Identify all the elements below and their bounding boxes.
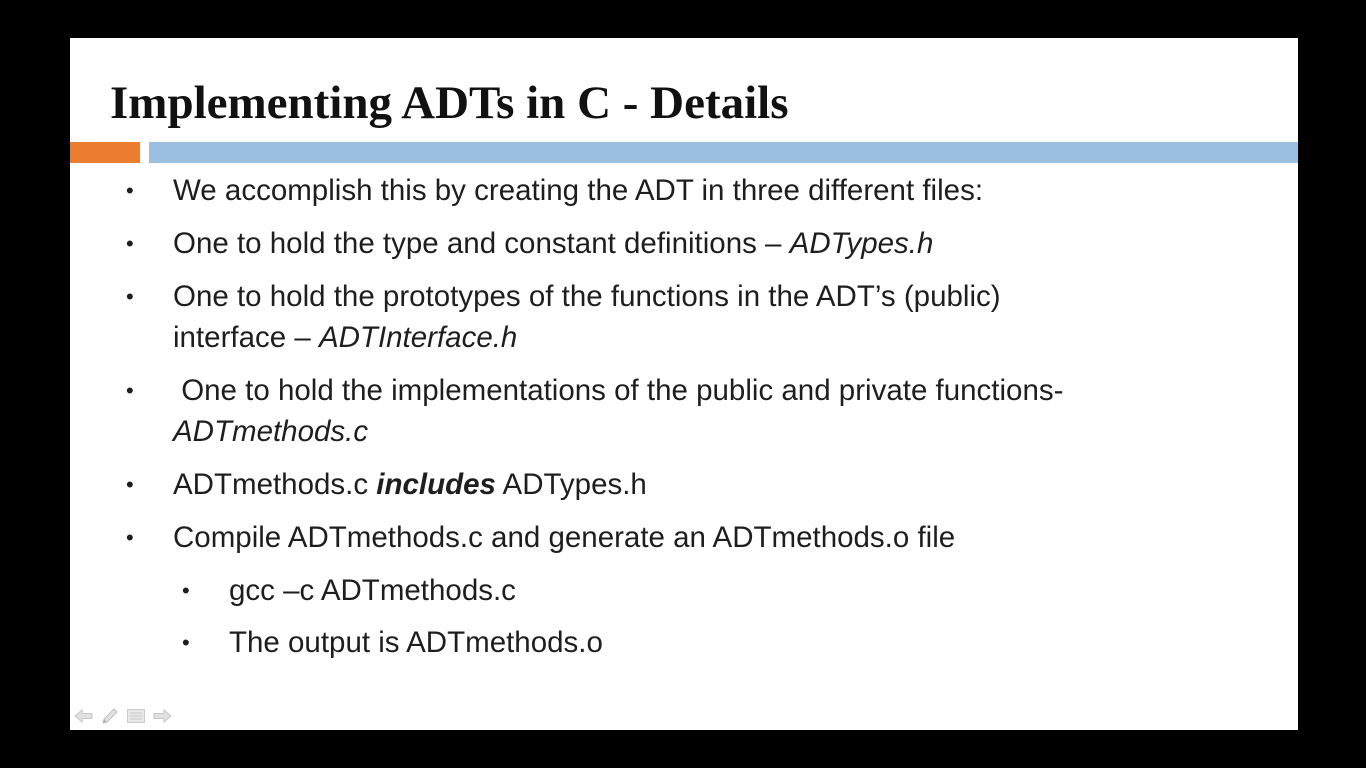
- bullet-text: Compile ADTmethods.c and generate an ADT…: [173, 521, 956, 554]
- bullet-text: One to hold the type and constant defini…: [173, 223, 1236, 264]
- bullet-item: • ADTmethods.c includes ADTypes.h: [126, 464, 1236, 505]
- bullet-item: • One to hold the implementations of the…: [126, 370, 1236, 452]
- bullet-item: • One to hold the type and constant defi…: [126, 223, 1236, 264]
- bullet-keyword: includes: [376, 468, 496, 501]
- bullet-text-line: interface – ADTInterface.h: [173, 317, 1236, 358]
- previous-slide-button[interactable]: [72, 705, 96, 727]
- bullet-text-line: One to hold the prototypes of the functi…: [173, 280, 1001, 313]
- bullet-text-main: One to hold the type and constant defini…: [173, 227, 790, 260]
- slide-navigation: [72, 705, 174, 727]
- bullet-marker: •: [126, 472, 134, 497]
- bullet-item: • One to hold the prototypes of the func…: [126, 276, 1236, 358]
- bullet-text-main: ADTypes.h: [495, 468, 647, 501]
- bullet-marker: •: [182, 578, 190, 603]
- bullet-marker: •: [126, 231, 134, 256]
- bullet-text-line: One to hold the implementations of the p…: [173, 374, 1064, 407]
- menu-icon: [127, 709, 145, 723]
- bullet-text: ADTmethods.c includes ADTypes.h: [173, 464, 1236, 505]
- sub-bullet-item: • gcc –c ADTmethods.c: [182, 570, 1232, 611]
- pen-icon: [102, 708, 118, 724]
- bullet-text: One to hold the implementations of the p…: [173, 370, 1236, 452]
- bullet-item: • Compile ADTmethods.c and generate an A…: [126, 517, 1236, 558]
- bullet-item: • We accomplish this by creating the ADT…: [126, 170, 1236, 211]
- bullet-text-main: ADTmethods.c: [173, 468, 377, 501]
- bullet-filename: ADTmethods.c: [173, 415, 369, 448]
- bullet-filename: ADTInterface.h: [318, 321, 518, 354]
- bullet-text: gcc –c ADTmethods.c: [229, 574, 516, 607]
- bullet-marker: •: [126, 378, 134, 403]
- title-rule: [149, 142, 1298, 163]
- slide: Implementing ADTs in C - Details • We ac…: [70, 38, 1298, 730]
- arrow-right-icon: [153, 709, 172, 723]
- bullet-marker: •: [126, 284, 134, 309]
- slide-title: Implementing ADTs in C - Details: [110, 77, 789, 129]
- pen-button[interactable]: [98, 705, 122, 727]
- next-slide-button[interactable]: [150, 705, 174, 727]
- bullet-text: We accomplish this by creating the ADT i…: [173, 174, 984, 207]
- bullet-text: One to hold the prototypes of the functi…: [173, 276, 1236, 358]
- sub-bullet-item: • The output is ADTmethods.o: [182, 622, 1232, 663]
- bullet-marker: •: [126, 525, 134, 550]
- title-rule-accent: [70, 142, 140, 163]
- bullet-marker: •: [182, 630, 190, 655]
- bullet-text: The output is ADTmethods.o: [229, 626, 603, 659]
- bullet-filename: ADTypes.h: [789, 227, 934, 260]
- arrow-left-icon: [74, 709, 93, 723]
- bullet-text-main: interface –: [173, 321, 319, 354]
- slide-menu-button[interactable]: [124, 705, 148, 727]
- bullet-marker: •: [126, 178, 134, 203]
- presentation-viewer: Implementing ADTs in C - Details • We ac…: [0, 0, 1366, 768]
